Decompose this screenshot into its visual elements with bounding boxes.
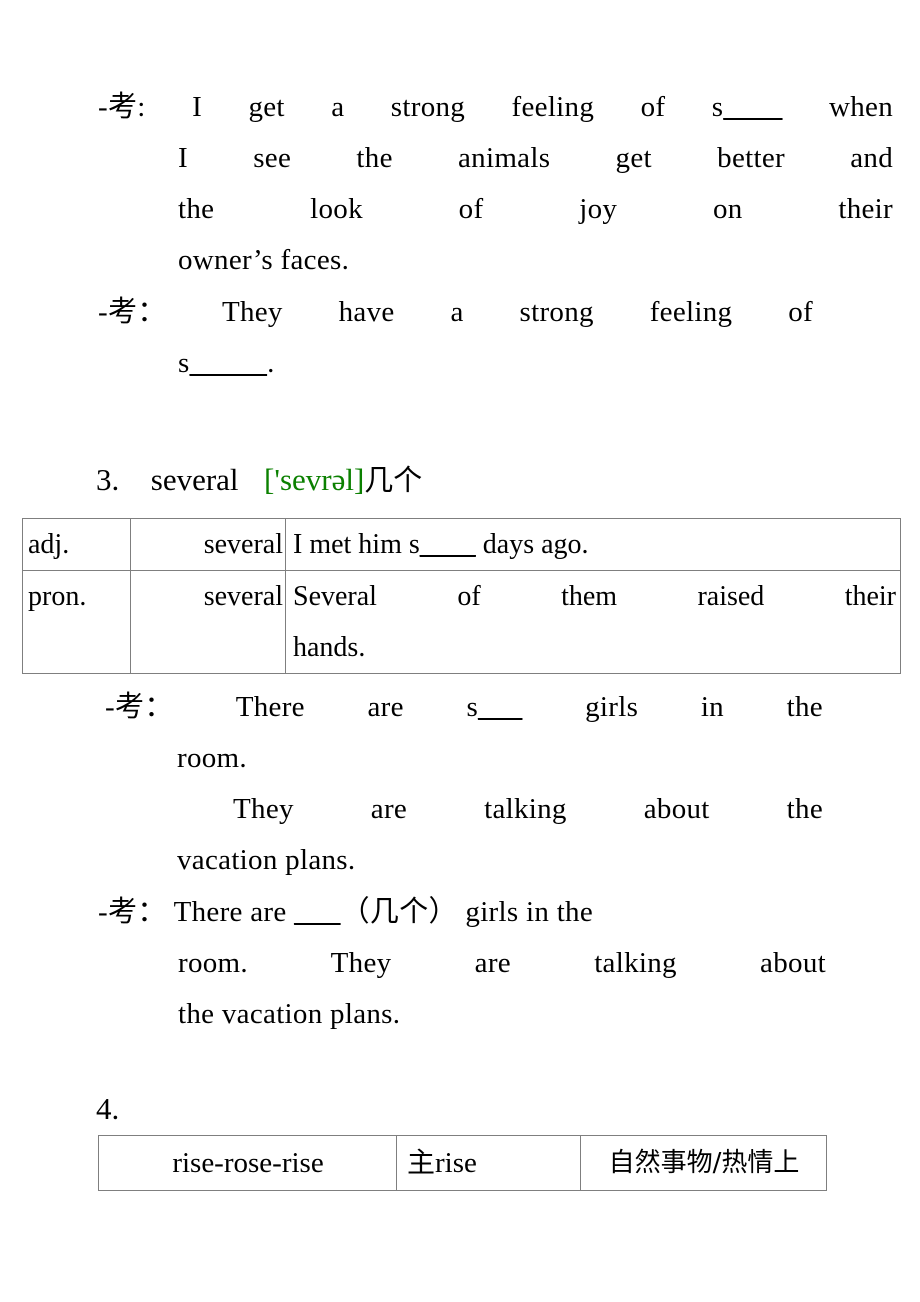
part-of-speech-cell: pron. bbox=[22, 570, 131, 674]
note-text: room. bbox=[177, 742, 247, 774]
fill-in-blank: ___ bbox=[294, 896, 341, 928]
note-line: -考： There are s___ girls in the bbox=[105, 682, 823, 733]
fill-in-blank: ____ bbox=[723, 91, 783, 123]
note-line: vacation plans. bbox=[105, 835, 823, 886]
note-text: There are s bbox=[235, 691, 479, 723]
example-text: Several of them raised their bbox=[293, 581, 896, 612]
exam-marker: -考： bbox=[98, 887, 167, 938]
note-text: I get a strong feeling of s bbox=[192, 91, 724, 123]
note-text: when bbox=[828, 91, 893, 123]
entry-phonetic: ['sevrəl] bbox=[264, 462, 365, 497]
note-text: There are bbox=[173, 896, 287, 928]
note-text: They have a strong feeling of bbox=[221, 296, 813, 328]
note-text: room. They are talking about bbox=[178, 947, 826, 979]
entry-number: 4. bbox=[96, 1091, 120, 1126]
fill-in-blank: ___ bbox=[478, 691, 523, 723]
verb-forms-cell: rise-rose-rise bbox=[98, 1135, 397, 1191]
note-line: the look of joy on their bbox=[98, 184, 893, 235]
exam-marker-label: -考： bbox=[105, 691, 174, 723]
fill-in-blank: _____ bbox=[189, 347, 268, 379]
exam-marker-label: -考： bbox=[98, 896, 167, 928]
exam-marker: -考： bbox=[105, 682, 174, 733]
note-line: room. They are talking about bbox=[98, 938, 826, 989]
word-cell: several bbox=[130, 518, 286, 571]
note-text: I see the animals get better and bbox=[178, 142, 893, 174]
exam-marker: -考: bbox=[98, 82, 146, 133]
exam-marker-label: -考： bbox=[98, 296, 167, 328]
note-block-exam-3: -考： There are s___ girls in the room. Th… bbox=[105, 682, 823, 886]
usage-en-label: rise bbox=[435, 1147, 477, 1179]
entry-meaning: 几个 bbox=[364, 463, 423, 497]
fill-in-blank: ____ bbox=[419, 529, 476, 560]
note-text: owner’s faces. bbox=[178, 244, 350, 276]
note-text: girls in the bbox=[465, 896, 594, 928]
exam-marker-label: -考: bbox=[98, 91, 146, 123]
note-line: -考： There are ___（几个） girls in the bbox=[98, 886, 826, 938]
note-line: s_____. bbox=[98, 338, 813, 389]
note-line: -考： They have a strong feeling of bbox=[98, 287, 813, 338]
document-page: -考: I get a strong feeling of s____ when… bbox=[0, 0, 920, 1302]
note-line: the vacation plans. bbox=[98, 989, 826, 1040]
example-text: days ago. bbox=[482, 529, 589, 560]
example-cell: I met him s____ days ago. bbox=[285, 518, 901, 571]
note-text: s bbox=[178, 347, 190, 379]
note-block-exam-2: -考： They have a strong feeling of s_____… bbox=[98, 287, 813, 389]
exam-marker: -考： bbox=[98, 287, 167, 338]
vocabulary-entry-heading-3: 3. several ['sevrəl]几个 bbox=[96, 460, 422, 500]
note-line: owner’s faces. bbox=[98, 235, 893, 286]
note-text: the vacation plans. bbox=[178, 998, 401, 1030]
example-text: hands. bbox=[293, 632, 366, 663]
note-cell: 自然事物/热情上 bbox=[580, 1135, 827, 1191]
note-line: -考: I get a strong feeling of s____ when bbox=[98, 82, 893, 133]
usage-cell: 主rise bbox=[396, 1135, 581, 1191]
note-line: I see the animals get better and bbox=[98, 133, 893, 184]
entry-word: several bbox=[150, 462, 239, 497]
entry-number: 3. bbox=[96, 462, 120, 497]
note-text: the look of joy on their bbox=[178, 193, 893, 225]
note-block-exam-1: -考: I get a strong feeling of s____ when… bbox=[98, 82, 893, 286]
note-text: . bbox=[267, 347, 275, 379]
example-text: I met him s bbox=[293, 529, 420, 560]
word-cell: several bbox=[130, 570, 286, 674]
note-text: vacation plans. bbox=[177, 844, 356, 876]
table-row: pron. several Several of them raised the… bbox=[22, 570, 901, 674]
note-text: girls in the bbox=[585, 691, 823, 723]
note-block-exam-4: -考： There are ___（几个） girls in the room.… bbox=[98, 886, 826, 1040]
table-row: rise-rose-rise 主rise 自然事物/热情上 bbox=[98, 1135, 827, 1191]
rise-verb-forms-table: rise-rose-rise 主rise 自然事物/热情上 bbox=[98, 1135, 827, 1191]
note-line: They are talking about the bbox=[105, 784, 823, 835]
usage-cn-label: 主 bbox=[407, 1146, 436, 1179]
vocabulary-entry-heading-4: 4. bbox=[96, 1090, 119, 1128]
example-cell: Several of them raised their hands. bbox=[285, 570, 901, 674]
table-row: adj. several I met him s____ days ago. bbox=[22, 518, 901, 571]
note-meaning-hint: （几个） bbox=[340, 894, 458, 928]
note-line: room. bbox=[105, 733, 823, 784]
several-usage-table: adj. several I met him s____ days ago. p… bbox=[22, 518, 901, 674]
note-text: They are talking about the bbox=[233, 793, 823, 825]
part-of-speech-cell: adj. bbox=[22, 518, 131, 571]
